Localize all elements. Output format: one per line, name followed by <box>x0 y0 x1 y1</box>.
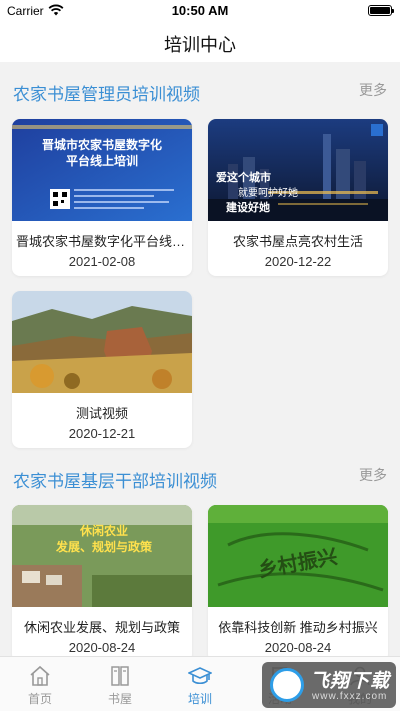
video-title: 农家书屋点亮农村生活 <box>232 234 363 249</box>
video-thumbnail <box>12 291 192 393</box>
video-card[interactable]: 休闲农业 发展、规划与政策 休闲农业发展、规划与政策 2020-08-24 <box>12 505 192 662</box>
watermark: 飞翔下载 www.fxxz.com <box>262 662 396 708</box>
video-date: 2020-08-24 <box>264 640 332 655</box>
more-link-admin[interactable]: 更多 <box>359 80 387 100</box>
video-card[interactable]: 测试视频 2020-12-21 <box>12 291 192 448</box>
video-card[interactable]: 乡村振兴 依靠科技创新 推动乡村振兴 2020-08-24 <box>208 505 388 662</box>
watermark-text: 飞翔下载 <box>310 671 391 692</box>
video-thumbnail: 爱这个城市 就要呵护好她 建设好她 <box>208 119 388 221</box>
svg-text:就要呵护好她: 就要呵护好她 <box>238 186 298 199</box>
video-title: 休闲农业发展、规划与政策 <box>23 620 180 635</box>
book-icon <box>111 666 129 686</box>
video-thumbnail: 乡村振兴 <box>208 505 388 607</box>
video-card[interactable]: 爱这个城市 就要呵护好她 建设好她 农家书屋点亮农村生活 2020-12-22 <box>208 119 388 276</box>
nav-bar: 培训中心 <box>0 22 400 62</box>
thumb-heading: 晋城市农家书屋数字化 <box>42 137 162 152</box>
tab-training[interactable]: 培训 <box>160 657 240 711</box>
svg-text:建设好她: 建设好她 <box>226 200 270 214</box>
tab-bookhouse[interactable]: 书屋 <box>80 657 160 711</box>
video-title: 依靠科技创新 推动乡村振兴 <box>218 620 378 635</box>
video-date: 2020-12-21 <box>68 426 136 441</box>
svg-text:发展、规划与政策: 发展、规划与政策 <box>55 539 153 554</box>
tab-label: 书屋 <box>107 692 132 706</box>
video-title: 测试视频 <box>75 406 128 421</box>
video-card[interactable]: 晋城市农家书屋数字化 平台线上培训 晋城农家书屋数字化平台线上... 2021-… <box>12 119 192 276</box>
svg-text:平台线上培训: 平台线上培训 <box>66 153 138 168</box>
page-title: 培训中心 <box>164 35 236 55</box>
video-date: 2020-08-24 <box>68 640 136 655</box>
status-time: 10:50 AM <box>171 3 229 18</box>
video-thumbnail: 晋城市农家书屋数字化 平台线上培训 <box>12 119 192 221</box>
watermark-logo-icon <box>270 668 304 702</box>
more-link-cadre[interactable]: 更多 <box>359 465 387 485</box>
video-date: 2021-02-08 <box>68 254 136 269</box>
tab-label: 培训 <box>187 692 212 706</box>
section-title-cadre: 农家书屋基层干部培训视频 <box>13 472 217 491</box>
tab-home[interactable]: 首页 <box>0 657 80 711</box>
thumb-text: 休闲农业 <box>79 523 128 538</box>
graduation-cap-icon <box>188 667 212 685</box>
status-bar: Carrier 10:50 AM <box>0 0 400 22</box>
video-title: 晋城农家书屋数字化平台线上... <box>16 234 188 249</box>
section-title-admin: 农家书屋管理员培训视频 <box>13 85 200 104</box>
video-thumbnail: 休闲农业 发展、规划与政策 <box>12 505 192 607</box>
tab-label: 首页 <box>27 692 52 706</box>
home-icon <box>30 665 50 686</box>
video-date: 2020-12-22 <box>264 254 332 269</box>
battery-icon <box>368 5 394 16</box>
thumb-text: 爱这个城市 <box>216 170 271 184</box>
watermark-url: www.fxxz.com <box>312 691 388 702</box>
